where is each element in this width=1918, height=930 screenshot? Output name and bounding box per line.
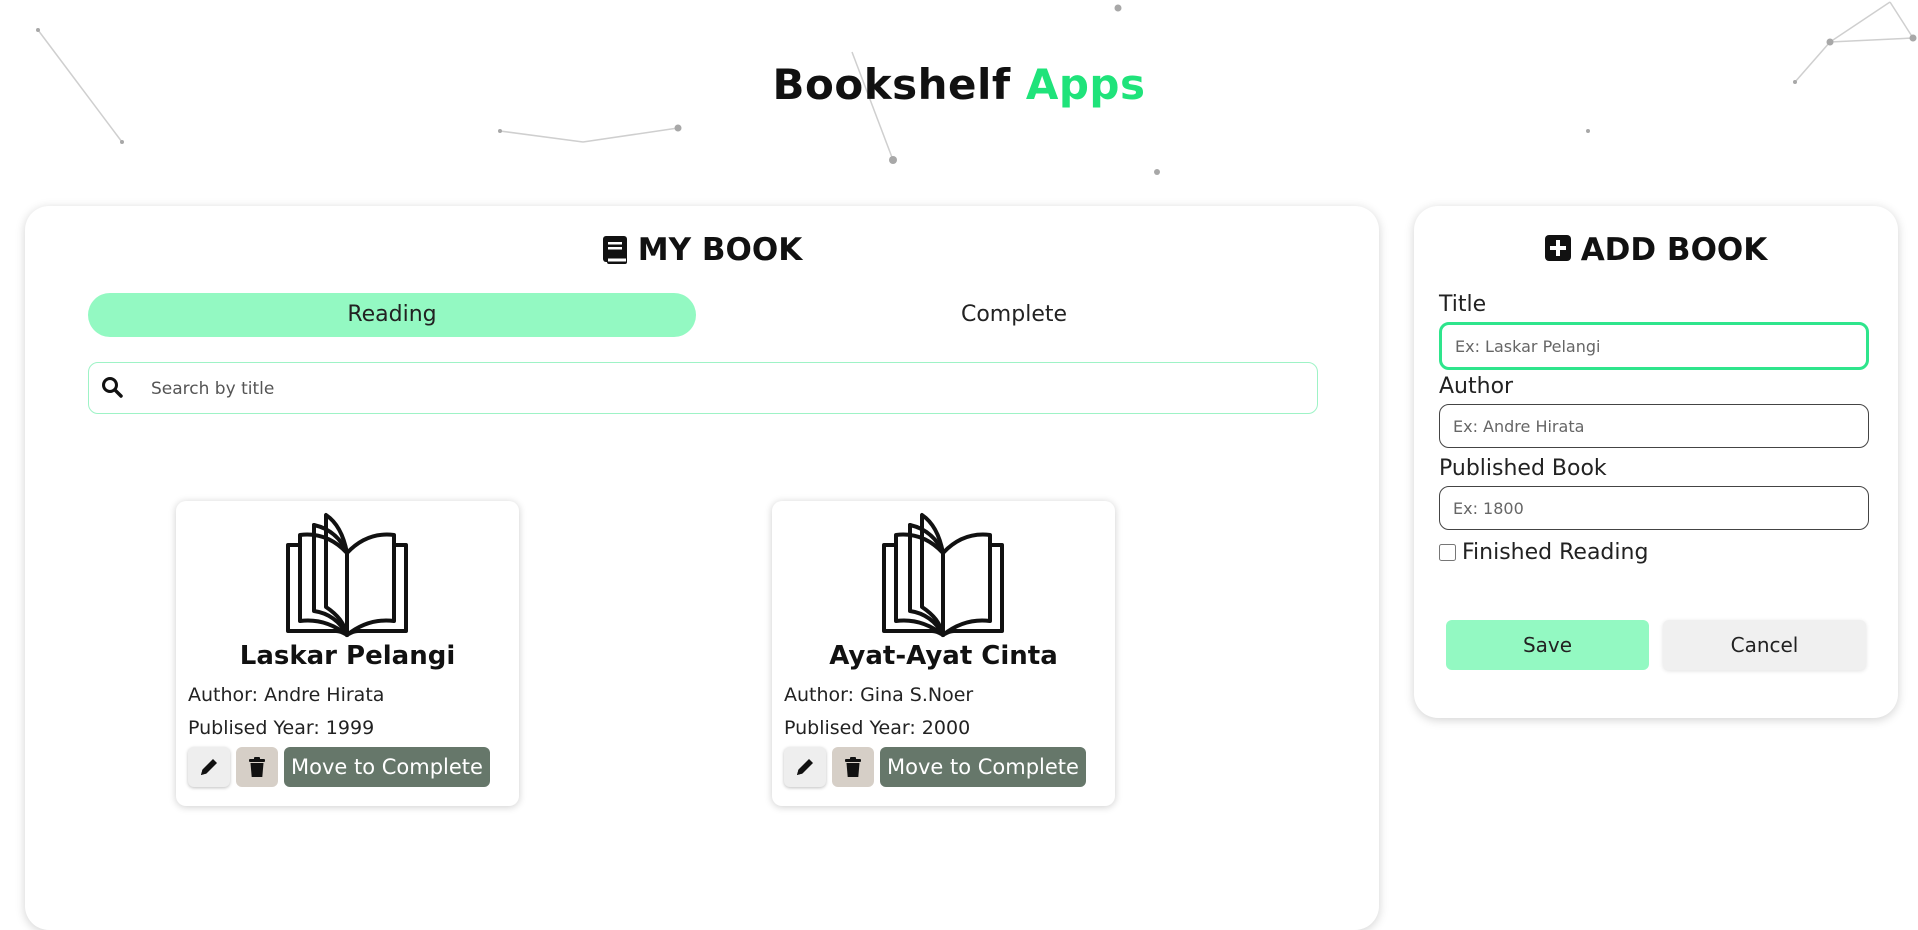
app-title-main: Bookshelf [772, 60, 1011, 109]
search-input[interactable] [149, 373, 1293, 405]
pencil-icon [201, 759, 217, 775]
book-author: Author: Gina S.Noer [784, 684, 974, 706]
plus-square-icon [1544, 235, 1571, 265]
book-year: Publised Year: 2000 [784, 717, 971, 739]
tab-complete[interactable]: Complete [710, 293, 1318, 337]
book-title: Laskar Pelangi [239, 641, 456, 671]
app-title: Bookshelf Apps [0, 60, 1918, 109]
published-year-input[interactable] [1439, 486, 1869, 530]
open-book-icon [878, 511, 1008, 639]
edit-button[interactable] [784, 747, 826, 787]
search-bar [88, 362, 1318, 414]
book-year: Publised Year: 1999 [188, 717, 375, 739]
published-label: Published Book [1439, 456, 1607, 481]
my-book-panel: MY BOOK Reading Complete Laskar P [25, 206, 1379, 930]
open-book-icon [282, 511, 412, 639]
delete-button[interactable] [832, 747, 874, 787]
book-author: Author: Andre Hirata [188, 684, 385, 706]
title-label: Title [1439, 292, 1487, 317]
tab-reading[interactable]: Reading [88, 293, 696, 337]
finished-reading-checkbox[interactable] [1439, 544, 1456, 561]
book-actions: Move to Complete [784, 747, 1086, 787]
author-input[interactable] [1439, 404, 1869, 448]
book-icon [602, 235, 628, 265]
status-tabs: Reading Complete [88, 293, 1318, 337]
move-to-complete-button[interactable]: Move to Complete [284, 747, 490, 787]
author-label: Author [1439, 374, 1514, 399]
book-title: Ayat-Ayat Cinta [829, 641, 1058, 671]
my-book-heading: MY BOOK [25, 232, 1379, 268]
search-icon [101, 376, 123, 398]
pencil-icon [797, 759, 813, 775]
cancel-button[interactable]: Cancel [1663, 620, 1866, 670]
title-input[interactable] [1439, 322, 1869, 370]
book-card: Ayat-Ayat Cinta Author: Gina S.Noer Publ… [772, 501, 1115, 806]
edit-button[interactable] [188, 747, 230, 787]
app-title-accent: Apps [1025, 60, 1146, 109]
finished-reading-label: Finished Reading [1462, 540, 1649, 565]
book-card: Laskar Pelangi Author: Andre Hirata Publ… [176, 501, 519, 806]
my-book-heading-text: MY BOOK [637, 232, 803, 268]
add-book-panel: ADD BOOK Title Author Published Book Fin… [1414, 206, 1898, 718]
add-book-heading: ADD BOOK [1414, 232, 1898, 268]
trash-icon [845, 757, 861, 777]
trash-icon [249, 757, 265, 777]
book-actions: Move to Complete [188, 747, 490, 787]
add-book-heading-text: ADD BOOK [1580, 232, 1768, 268]
save-button[interactable]: Save [1446, 620, 1649, 670]
finished-reading-row: Finished Reading [1439, 540, 1648, 565]
move-to-complete-button[interactable]: Move to Complete [880, 747, 1086, 787]
delete-button[interactable] [236, 747, 278, 787]
